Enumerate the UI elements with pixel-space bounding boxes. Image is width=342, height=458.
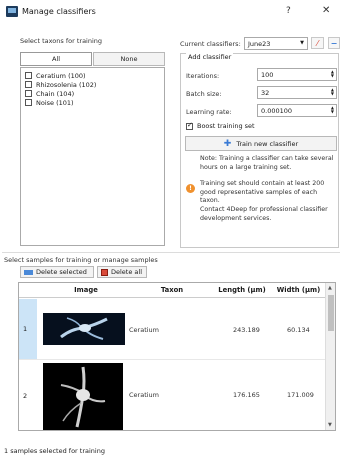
taxon-cell: Ceratium — [129, 391, 159, 399]
taxon-label: Noise (101) — [36, 98, 74, 107]
plus-icon: ✚ — [223, 138, 232, 149]
table-scrollbar[interactable]: ▲ ▼ — [325, 283, 335, 430]
samples-section-label: Select samples for training or manage sa… — [4, 256, 158, 264]
warning-icon: ! — [186, 184, 195, 193]
column-header-image[interactable]: Image — [41, 286, 131, 294]
iterations-label: Iterations: — [186, 72, 220, 80]
taxon-item[interactable]: Ceratium (100) — [25, 71, 160, 80]
app-icon — [6, 6, 18, 17]
delete-all-icon — [101, 268, 108, 276]
classifier-select-value: June23 — [248, 39, 271, 48]
remove-classifier-button[interactable]: − — [328, 37, 340, 49]
help-button[interactable]: ? — [286, 6, 291, 16]
delete-all-label: Delete all — [111, 268, 143, 276]
train-new-classifier-button[interactable]: ✚ Train new classifier — [185, 136, 337, 151]
minus-icon: − — [330, 38, 338, 48]
delete-selected-button[interactable]: Delete selected — [20, 266, 94, 278]
batch-size-value: 32 — [261, 88, 270, 97]
spin-arrows-icon[interactable]: ▲ ▼ — [331, 105, 334, 114]
iterations-spinbox[interactable]: 100 ▲ ▼ — [257, 68, 337, 81]
sample-thumbnail — [43, 313, 125, 345]
taxon-checkbox[interactable] — [25, 99, 32, 106]
training-set-warning: Training set should contain at least 200… — [200, 180, 325, 204]
training-time-note: Note: Training a classifier can take sev… — [200, 155, 334, 171]
ceratium-image — [43, 313, 125, 345]
add-classifier-title: Add classifier — [186, 53, 234, 61]
contact-note: Contact 4Deep for professional classifie… — [200, 206, 328, 222]
table-row[interactable]: 2 Ceratium 176.165 171.009 — [19, 361, 326, 430]
section-divider — [2, 252, 340, 253]
title-bar: Manage classifiers ? ✕ — [0, 0, 342, 24]
samples-table: Image Taxon Length (µm) Width (µm) 1 Cer… — [18, 282, 336, 431]
batch-size-label: Batch size: — [186, 90, 222, 98]
scrollbar-thumb[interactable] — [328, 295, 334, 331]
taxon-item[interactable]: Noise (101) — [25, 98, 160, 107]
table-header: Image Taxon Length (µm) Width (µm) — [19, 283, 326, 298]
column-header-taxon[interactable]: Taxon — [131, 286, 213, 294]
scroll-up-icon[interactable]: ▲ — [328, 285, 332, 291]
taxa-section-label: Select taxons for training — [20, 37, 103, 45]
sample-thumbnail — [43, 363, 123, 430]
pencil-icon: ⁄ — [316, 38, 319, 48]
column-header-length[interactable]: Length (µm) — [213, 286, 271, 294]
delete-all-button[interactable]: Delete all — [97, 266, 147, 278]
delete-selected-label: Delete selected — [36, 268, 87, 276]
row-number: 2 — [23, 392, 28, 400]
learning-rate-label: Learning rate: — [186, 108, 232, 116]
taxon-label: Ceratium (100) — [36, 71, 86, 80]
taxon-checkbox[interactable] — [25, 90, 32, 97]
taxon-item[interactable]: Rhizosolenia (102) — [25, 80, 160, 89]
close-icon[interactable]: ✕ — [322, 5, 330, 16]
taxon-checkbox[interactable] — [25, 72, 32, 79]
taxon-item[interactable]: Chain (104) — [25, 89, 160, 98]
delete-selected-icon — [24, 269, 33, 275]
taxon-checkbox[interactable] — [25, 81, 32, 88]
taxon-cell: Ceratium — [129, 326, 159, 334]
classifier-select[interactable]: June23 ▼ — [244, 37, 308, 50]
edit-classifier-button[interactable]: ⁄ — [311, 37, 324, 49]
batch-size-spinbox[interactable]: 32 ▲ ▼ — [257, 86, 337, 99]
status-text: 1 samples selected for training — [4, 447, 105, 455]
row-number: 1 — [19, 299, 37, 359]
taxa-list: Ceratium (100) Rhizosolenia (102) Chain … — [20, 67, 165, 246]
scroll-down-icon[interactable]: ▼ — [328, 422, 332, 428]
window-title: Manage classifiers — [22, 7, 96, 16]
select-all-button[interactable]: All — [20, 52, 92, 66]
column-header-width[interactable]: Width (µm) — [271, 286, 326, 294]
table-row[interactable]: 1 Ceratium 243.189 60.134 — [19, 299, 326, 360]
iterations-value: 100 — [261, 70, 274, 79]
select-none-button[interactable]: None — [93, 52, 165, 66]
length-cell: 243.189 — [233, 326, 260, 334]
learning-rate-spinbox[interactable]: 0.000100 ▲ ▼ — [257, 104, 337, 117]
length-cell: 176.165 — [233, 391, 260, 399]
spin-arrows-icon[interactable]: ▲ ▼ — [331, 69, 334, 78]
spin-arrows-icon[interactable]: ▲ ▼ — [331, 87, 334, 96]
boost-training-option[interactable]: Boost training set — [186, 121, 255, 130]
width-cell: 171.009 — [287, 391, 314, 399]
current-classifier-label: Current classifiers: — [180, 40, 241, 48]
taxon-label: Rhizosolenia (102) — [36, 80, 97, 89]
boost-label: Boost training set — [197, 122, 255, 130]
width-cell: 60.134 — [287, 326, 310, 334]
taxon-label: Chain (104) — [36, 89, 75, 98]
learning-rate-value: 0.000100 — [261, 106, 293, 115]
train-button-label: Train new classifier — [236, 139, 299, 148]
boost-checkbox[interactable] — [186, 121, 193, 130]
ceratium-image — [43, 363, 123, 430]
chevron-down-icon: ▼ — [300, 40, 304, 46]
